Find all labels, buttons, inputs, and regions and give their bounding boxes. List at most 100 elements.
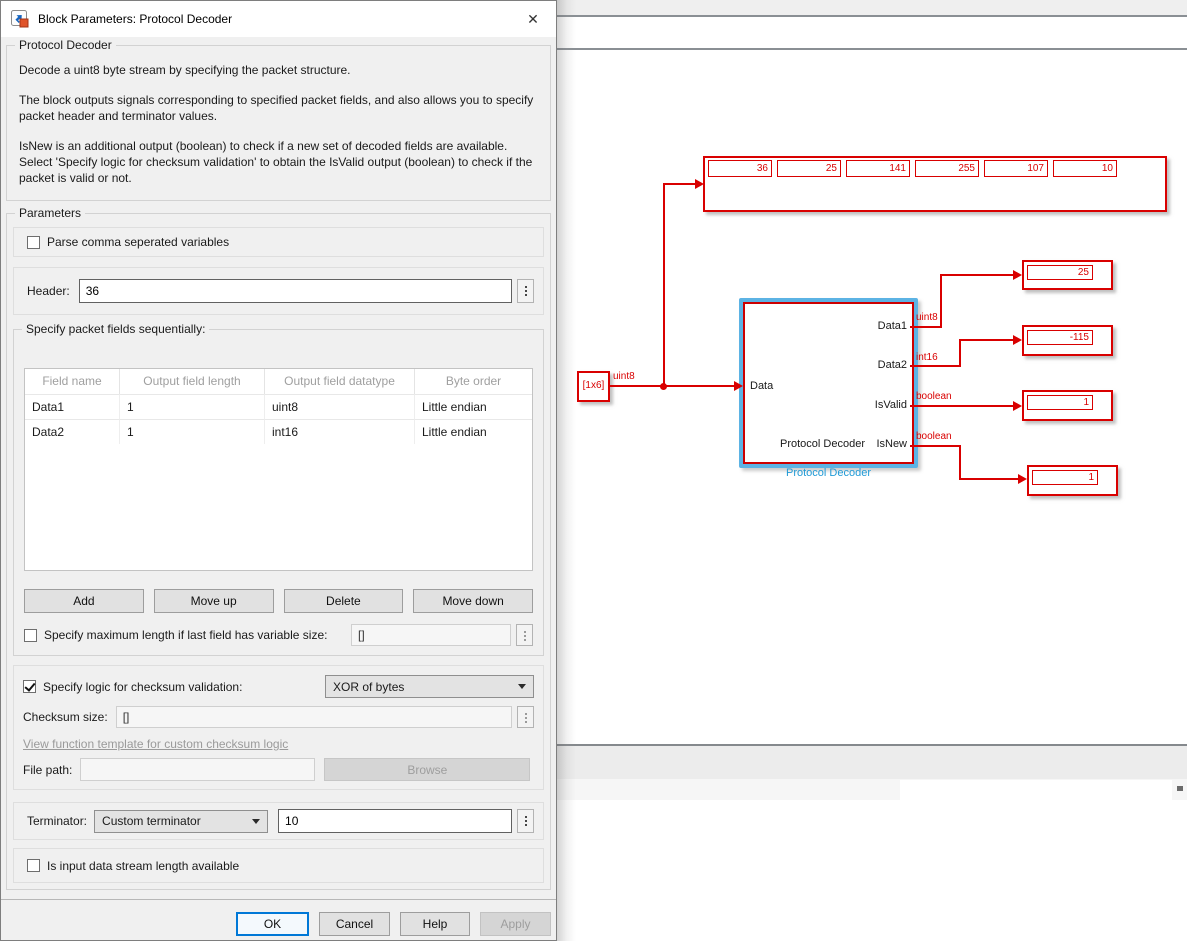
column-header[interactable]: Field name <box>25 369 120 394</box>
cell-field-name[interactable]: Data2 <box>25 419 120 444</box>
file-path-input <box>80 758 315 781</box>
packet-fields-table[interactable]: Field name Output field length Output fi… <box>24 368 533 571</box>
protocol-decoder-block[interactable]: Data Data1 Data2 IsValid IsNew Protocol … <box>739 298 918 468</box>
display-value: 25 <box>1027 265 1093 280</box>
wire-branch-to-scope[interactable] <box>663 183 695 185</box>
browse-button: Browse <box>324 758 530 781</box>
scope-display-block[interactable]: 36 25 141 255 107 10 <box>703 156 1167 212</box>
output-port-label-isvalid: IsValid <box>875 399 907 411</box>
stream-length-checkbox[interactable] <box>27 859 40 872</box>
terminator-label: Terminator: <box>27 814 87 828</box>
display-block-isnew[interactable]: 1 <box>1027 465 1118 496</box>
display-value: -115 <box>1027 330 1093 345</box>
signal-label-isnew[interactable]: boolean <box>916 431 952 442</box>
checksum-logic-value: XOR of bytes <box>333 680 518 694</box>
checksum-size-input[interactable] <box>116 706 512 728</box>
wire-data2-b[interactable] <box>959 339 961 367</box>
delete-button[interactable]: Delete <box>284 589 404 613</box>
signal-label-data1[interactable]: uint8 <box>916 312 938 323</box>
statusbar-white-box <box>900 780 1172 800</box>
statusbar-band <box>556 746 1187 779</box>
wire-data2-a[interactable] <box>910 365 961 367</box>
input-port-label-data: Data <box>750 380 773 392</box>
toolstrip-band <box>556 0 1187 15</box>
output-port-label-data2: Data2 <box>878 359 907 371</box>
terminator-panel: Terminator: Custom terminator <box>13 802 544 840</box>
header-label: Header: <box>27 284 70 298</box>
signal-label-isvalid[interactable]: boolean <box>916 391 952 402</box>
column-header[interactable]: Byte order <box>415 369 532 394</box>
apply-button: Apply <box>480 912 551 936</box>
toolbar-divider-bottom <box>556 48 1187 50</box>
file-path-label: File path: <box>23 763 72 777</box>
cell-field-datatype[interactable]: uint8 <box>265 394 415 419</box>
wire-isnew-a[interactable] <box>910 445 961 447</box>
terminator-dropdown[interactable]: Custom terminator <box>94 810 268 833</box>
block-parameters-dialog: Block Parameters: Protocol Decoder ✕ Pro… <box>0 0 557 941</box>
header-input[interactable] <box>79 279 512 303</box>
add-button[interactable]: Add <box>24 589 144 613</box>
wire-isnew-b[interactable] <box>959 445 961 480</box>
cell-field-datatype[interactable]: int16 <box>265 419 415 444</box>
parse-csv-panel: Parse comma seperated variables <box>13 227 544 257</box>
wire-isvalid[interactable] <box>910 405 1015 407</box>
cell-field-length[interactable]: 1 <box>120 419 265 444</box>
wire-data1-c[interactable] <box>940 274 1015 276</box>
source-block-1x6[interactable]: [1x6] <box>577 371 610 402</box>
wire-data1-b[interactable] <box>940 274 942 328</box>
display-block-data1[interactable]: 25 <box>1022 260 1113 290</box>
checksum-checkbox[interactable] <box>23 680 36 693</box>
header-more-button[interactable] <box>517 279 534 303</box>
cancel-button[interactable]: Cancel <box>319 912 390 936</box>
help-button[interactable]: Help <box>400 912 470 936</box>
max-length-input[interactable] <box>351 624 511 646</box>
stream-length-label: Is input data stream length available <box>47 859 239 873</box>
dialog-drop-shadow <box>556 0 576 941</box>
max-length-more-button <box>516 624 533 646</box>
terminator-input[interactable] <box>278 809 512 833</box>
protocol-decoder-block-body[interactable]: Data Data1 Data2 IsValid IsNew Protocol … <box>743 302 914 464</box>
wire-arrowhead-scope <box>695 179 704 189</box>
close-icon[interactable]: ✕ <box>520 11 546 28</box>
cell-byte-order[interactable]: Little endian <box>415 419 532 444</box>
column-header[interactable]: Output field datatype <box>265 369 415 394</box>
column-header[interactable]: Output field length <box>120 369 265 394</box>
checksum-size-label: Checksum size: <box>23 710 108 724</box>
display-block-isvalid[interactable]: 1 <box>1022 390 1113 421</box>
move-down-button[interactable]: Move down <box>413 589 533 613</box>
stream-length-panel: Is input data stream length available <box>13 848 544 883</box>
dialog-titlebar[interactable]: Block Parameters: Protocol Decoder ✕ <box>1 1 556 37</box>
cell-field-name[interactable]: Data1 <box>25 394 120 419</box>
wire-data1-a[interactable] <box>910 326 942 328</box>
parse-csv-checkbox[interactable] <box>27 236 40 249</box>
signal-label-input[interactable]: uint8 <box>613 371 635 382</box>
wire-arrowhead-data <box>734 381 743 391</box>
wire-branch-up[interactable] <box>663 183 665 387</box>
parameters-group-label: Parameters <box>15 206 85 220</box>
decoder-block-name[interactable]: Protocol Decoder <box>739 467 918 479</box>
table-row[interactable]: Data2 1 int16 Little endian <box>25 419 532 444</box>
scope-cell: 107 <box>984 160 1048 177</box>
view-template-link[interactable]: View function template for custom checks… <box>23 737 288 751</box>
table-row[interactable]: Data1 1 uint8 Little endian <box>25 394 532 419</box>
wire-isnew-c[interactable] <box>959 478 1020 480</box>
wire-data2-c[interactable] <box>959 339 1015 341</box>
checksum-logic-dropdown[interactable]: XOR of bytes <box>325 675 534 698</box>
simulink-block-icon <box>11 10 29 28</box>
output-port-label-isnew: IsNew <box>876 438 907 450</box>
max-length-checkbox[interactable] <box>24 629 37 642</box>
table-header-row: Field name Output field length Output fi… <box>25 369 532 394</box>
wire-source-to-data[interactable] <box>610 385 736 387</box>
cell-field-length[interactable]: 1 <box>120 394 265 419</box>
packet-fields-group-label: Specify packet fields sequentially: <box>22 322 209 336</box>
move-up-button[interactable]: Move up <box>154 589 274 613</box>
cell-byte-order[interactable]: Little endian <box>415 394 532 419</box>
chevron-down-icon <box>518 684 526 693</box>
scope-cell: 10 <box>1053 160 1117 177</box>
ok-button[interactable]: OK <box>236 912 309 936</box>
signal-label-data2[interactable]: int16 <box>916 352 938 363</box>
description-group-label: Protocol Decoder <box>15 38 116 52</box>
terminator-more-button[interactable] <box>517 809 534 833</box>
chevron-down-icon <box>252 819 260 828</box>
display-block-data2[interactable]: -115 <box>1022 325 1113 356</box>
